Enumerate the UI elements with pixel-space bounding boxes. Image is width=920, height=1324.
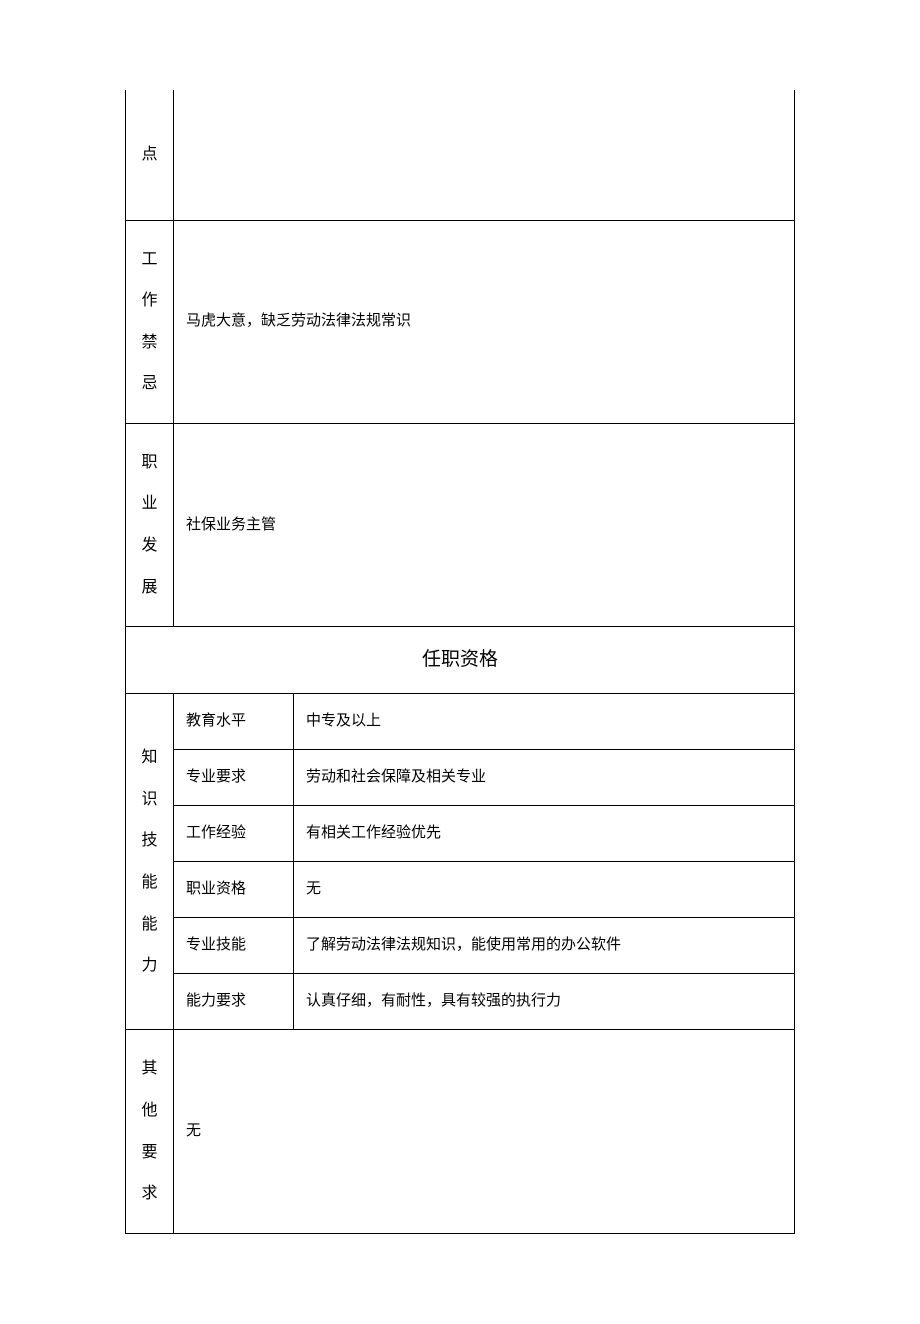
table-row: 专业技能 了解劳动法律法规知识，能使用常用的办公软件 — [126, 918, 795, 974]
sublabel-major: 专业要求 — [174, 750, 294, 806]
value-proskill: 了解劳动法律法规知识，能使用常用的办公软件 — [294, 918, 795, 974]
job-spec-table: 点 工作禁忌 马虎大意，缺乏劳动法律法规常识 职业发展 社保业务主管 任职资格 … — [125, 90, 795, 1234]
row-label-career-dev: 职业发展 — [126, 423, 174, 626]
table-row: 能力要求 认真仔细，有耐性，具有较强的执行力 — [126, 974, 795, 1030]
section-header: 任职资格 — [126, 627, 795, 694]
section-header-row: 任职资格 — [126, 627, 795, 694]
value-education: 中专及以上 — [294, 694, 795, 750]
row-label-knowledge-skills: 知识技能能力 — [126, 694, 174, 1030]
row-value-work-taboo: 马虎大意，缺乏劳动法律法规常识 — [174, 220, 795, 423]
row-value-other-req: 无 — [174, 1030, 795, 1233]
row-value-dian — [174, 90, 795, 220]
row-label-other-req: 其他要求 — [126, 1030, 174, 1233]
value-experience: 有相关工作经验优先 — [294, 806, 795, 862]
table-row: 工作禁忌 马虎大意，缺乏劳动法律法规常识 — [126, 220, 795, 423]
value-major: 劳动和社会保障及相关专业 — [294, 750, 795, 806]
value-ability: 认真仔细，有耐性，具有较强的执行力 — [294, 974, 795, 1030]
table-row: 职业发展 社保业务主管 — [126, 423, 795, 626]
table-row: 专业要求 劳动和社会保障及相关专业 — [126, 750, 795, 806]
table-row: 点 — [126, 90, 795, 220]
sublabel-proskill: 专业技能 — [174, 918, 294, 974]
value-qualification: 无 — [294, 862, 795, 918]
table-row: 工作经验 有相关工作经验优先 — [126, 806, 795, 862]
sublabel-experience: 工作经验 — [174, 806, 294, 862]
table-row: 其他要求 无 — [126, 1030, 795, 1233]
row-label-work-taboo: 工作禁忌 — [126, 220, 174, 423]
row-value-career-dev: 社保业务主管 — [174, 423, 795, 626]
table-row: 职业资格 无 — [126, 862, 795, 918]
sublabel-qualification: 职业资格 — [174, 862, 294, 918]
row-label-dian: 点 — [126, 90, 174, 220]
table-row: 知识技能能力 教育水平 中专及以上 — [126, 694, 795, 750]
sublabel-ability: 能力要求 — [174, 974, 294, 1030]
sublabel-education: 教育水平 — [174, 694, 294, 750]
